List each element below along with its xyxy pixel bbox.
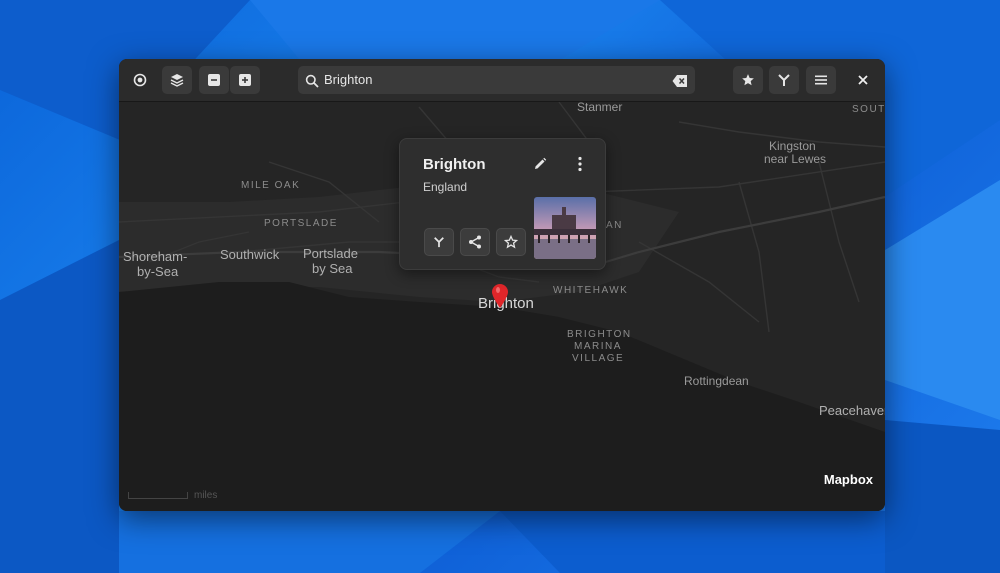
search-entry[interactable]: Brighton	[298, 66, 695, 94]
menu-button[interactable]	[806, 66, 836, 94]
map-label-peacehaven: Peacehaven	[819, 403, 885, 418]
map-label-south: SOUTH	[852, 104, 885, 115]
map-label-shoreham-by-sea: by-Sea	[137, 264, 179, 279]
scale-unit-label: miles	[194, 490, 218, 501]
place-title: Brighton	[423, 156, 486, 173]
close-button[interactable]	[848, 66, 878, 94]
place-photo[interactable]	[534, 197, 596, 259]
route-icon	[778, 74, 790, 86]
zoom-in-button[interactable]	[230, 66, 260, 94]
map-label-near-lewes: near Lewes	[764, 152, 827, 166]
map-scale: miles	[128, 490, 217, 501]
maps-window: Brighton Stanmer SOUT Kingston near Lewe…	[119, 59, 885, 511]
map-label-an: AN	[606, 220, 623, 231]
search-input-text[interactable]: Brighton	[324, 72, 372, 87]
layers-button[interactable]	[162, 66, 192, 94]
popover-share-button[interactable]	[460, 228, 490, 256]
close-icon	[858, 75, 868, 85]
locate-button[interactable]	[125, 66, 155, 94]
place-subtitle: England	[423, 180, 468, 194]
map-label-portslade: Portslade	[303, 246, 358, 261]
map-label-portslade-district: PORTSLADE	[264, 218, 338, 229]
plus-icon	[239, 74, 251, 86]
share-icon	[469, 235, 481, 249]
edit-icon[interactable]	[533, 156, 547, 175]
popover-route-button[interactable]	[424, 228, 454, 256]
location-pin-marker[interactable]	[492, 284, 508, 312]
route-button[interactable]	[769, 66, 799, 94]
mapbox-attribution[interactable]: Mapbox	[824, 472, 873, 487]
favorites-button[interactable]	[733, 66, 763, 94]
place-popover: Brighton England	[399, 138, 606, 270]
zoom-out-button[interactable]	[199, 66, 229, 94]
map-label-southwick: Southwick	[220, 247, 280, 262]
popover-favorite-button[interactable]	[496, 228, 526, 256]
headerbar: Brighton	[119, 59, 885, 102]
star-icon	[742, 74, 754, 86]
map-label-mile-oak: MILE OAK	[241, 180, 301, 191]
map-label-stanmer: Stanmer	[577, 102, 623, 114]
minus-icon	[208, 74, 220, 86]
clear-search-icon[interactable]	[672, 73, 688, 92]
map-label-whitehawk: WHITEHAWK	[553, 285, 629, 296]
map-label-shoreham: Shoreham-	[123, 249, 188, 264]
map-label-rottingdean: Rottingdean	[684, 374, 749, 388]
search-icon	[305, 73, 319, 92]
map-pin-icon	[492, 284, 508, 308]
map-label-portslade-by-sea: by Sea	[312, 261, 353, 276]
layers-icon	[170, 74, 184, 87]
map-label-village: VILLAGE	[572, 353, 625, 364]
locate-icon	[133, 73, 147, 87]
hamburger-icon	[815, 75, 827, 85]
route-icon	[434, 237, 444, 248]
more-options-icon[interactable]	[577, 156, 583, 176]
star-outline-icon	[504, 235, 518, 249]
